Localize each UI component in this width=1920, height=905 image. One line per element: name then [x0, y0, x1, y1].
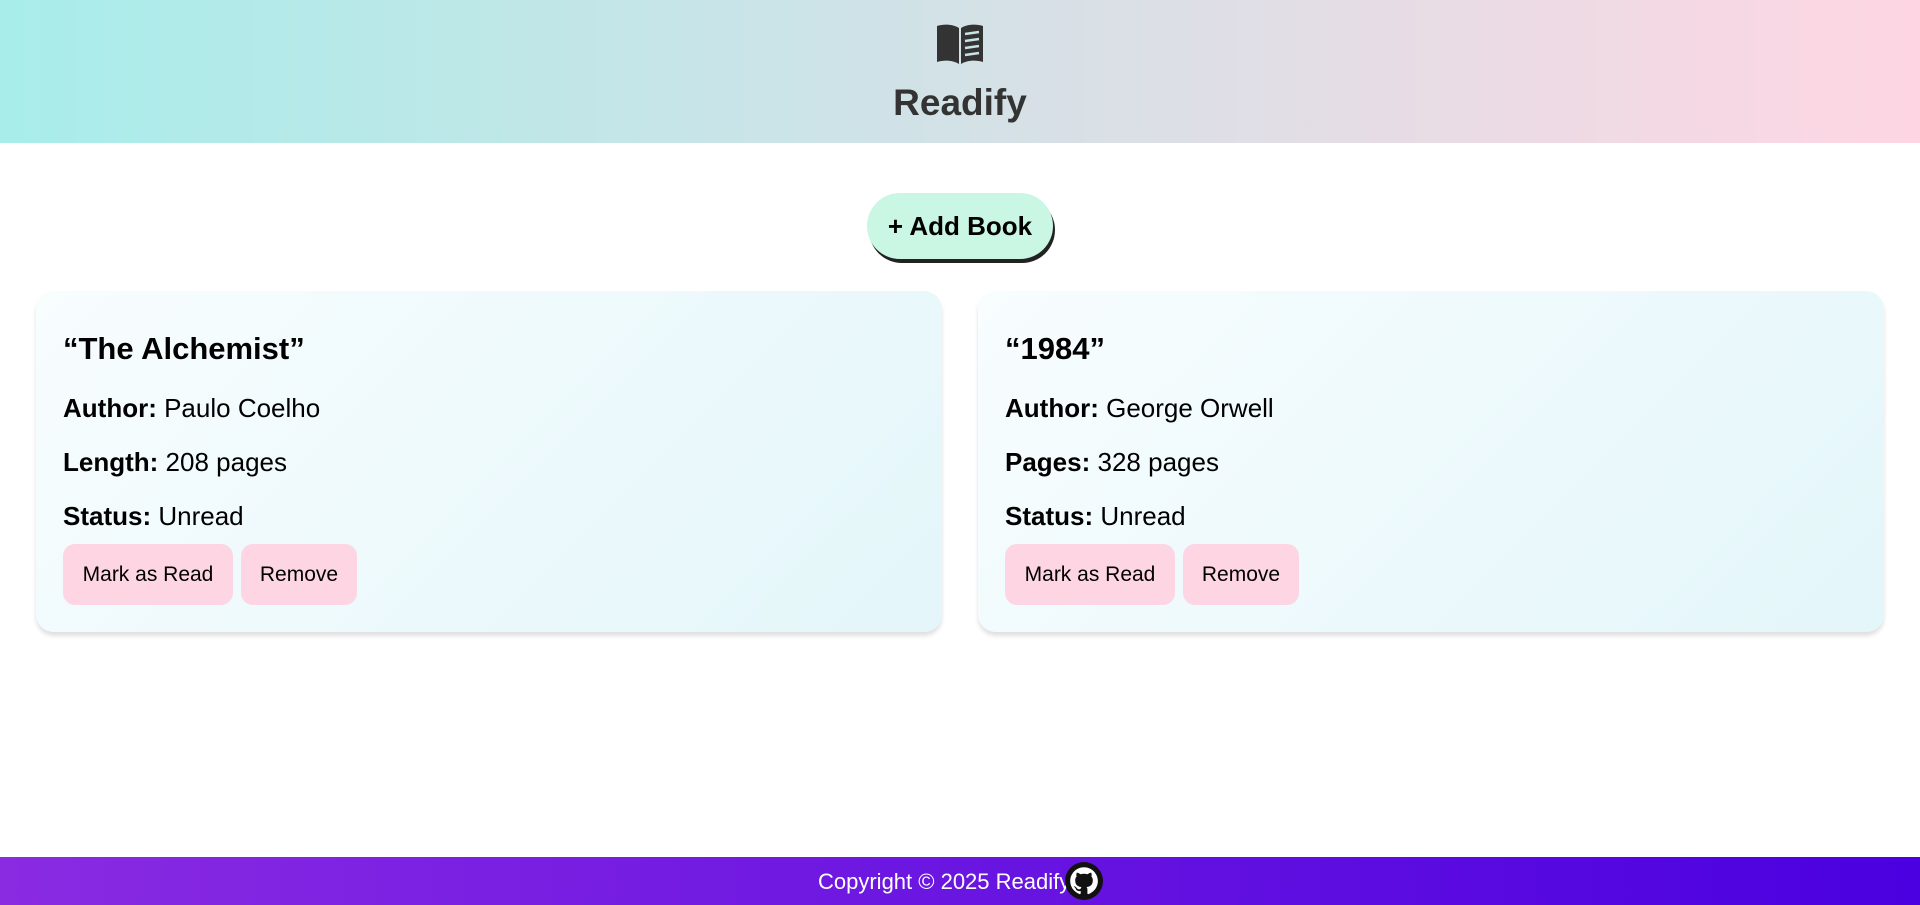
- length-value: 208 pages: [165, 447, 287, 477]
- author-label: Author:: [1005, 393, 1099, 423]
- site-header: Readify: [0, 0, 1920, 143]
- book-length: Length: 208 pages: [63, 447, 287, 477]
- pages-value: 328 pages: [1097, 447, 1219, 477]
- status-value: Unread: [158, 501, 244, 531]
- author-label: Author:: [63, 393, 157, 423]
- status-label: Status:: [1005, 501, 1094, 531]
- book-status: Status: Unread: [1005, 501, 1186, 531]
- site-footer: Copyright © 2025 Readify: [0, 857, 1920, 905]
- site-title: Readify: [893, 82, 1027, 123]
- book-pages: Pages: 328 pages: [1005, 447, 1219, 477]
- mark-as-read-button[interactable]: Mark as Read: [1005, 544, 1175, 605]
- status-value: Unread: [1100, 501, 1186, 531]
- book-title: “1984”: [1005, 331, 1105, 366]
- github-icon[interactable]: [1065, 862, 1103, 900]
- copyright-text: Copyright © 2025 Readify: [818, 869, 1071, 894]
- add-book-button[interactable]: + Add Book: [867, 193, 1053, 259]
- pages-label: Pages:: [1005, 447, 1091, 477]
- remove-button[interactable]: Remove: [241, 544, 357, 605]
- length-label: Length:: [63, 447, 159, 477]
- author-value: George Orwell: [1106, 393, 1274, 423]
- book-title: “The Alchemist”: [63, 331, 305, 366]
- book-author: Author: Paulo Coelho: [63, 393, 320, 423]
- book-author: Author: George Orwell: [1005, 393, 1274, 423]
- book-status: Status: Unread: [63, 501, 244, 531]
- mark-as-read-button[interactable]: Mark as Read: [63, 544, 233, 605]
- status-label: Status:: [63, 501, 152, 531]
- open-book-icon: [937, 24, 983, 64]
- remove-button[interactable]: Remove: [1183, 544, 1299, 605]
- author-value: Paulo Coelho: [164, 393, 321, 423]
